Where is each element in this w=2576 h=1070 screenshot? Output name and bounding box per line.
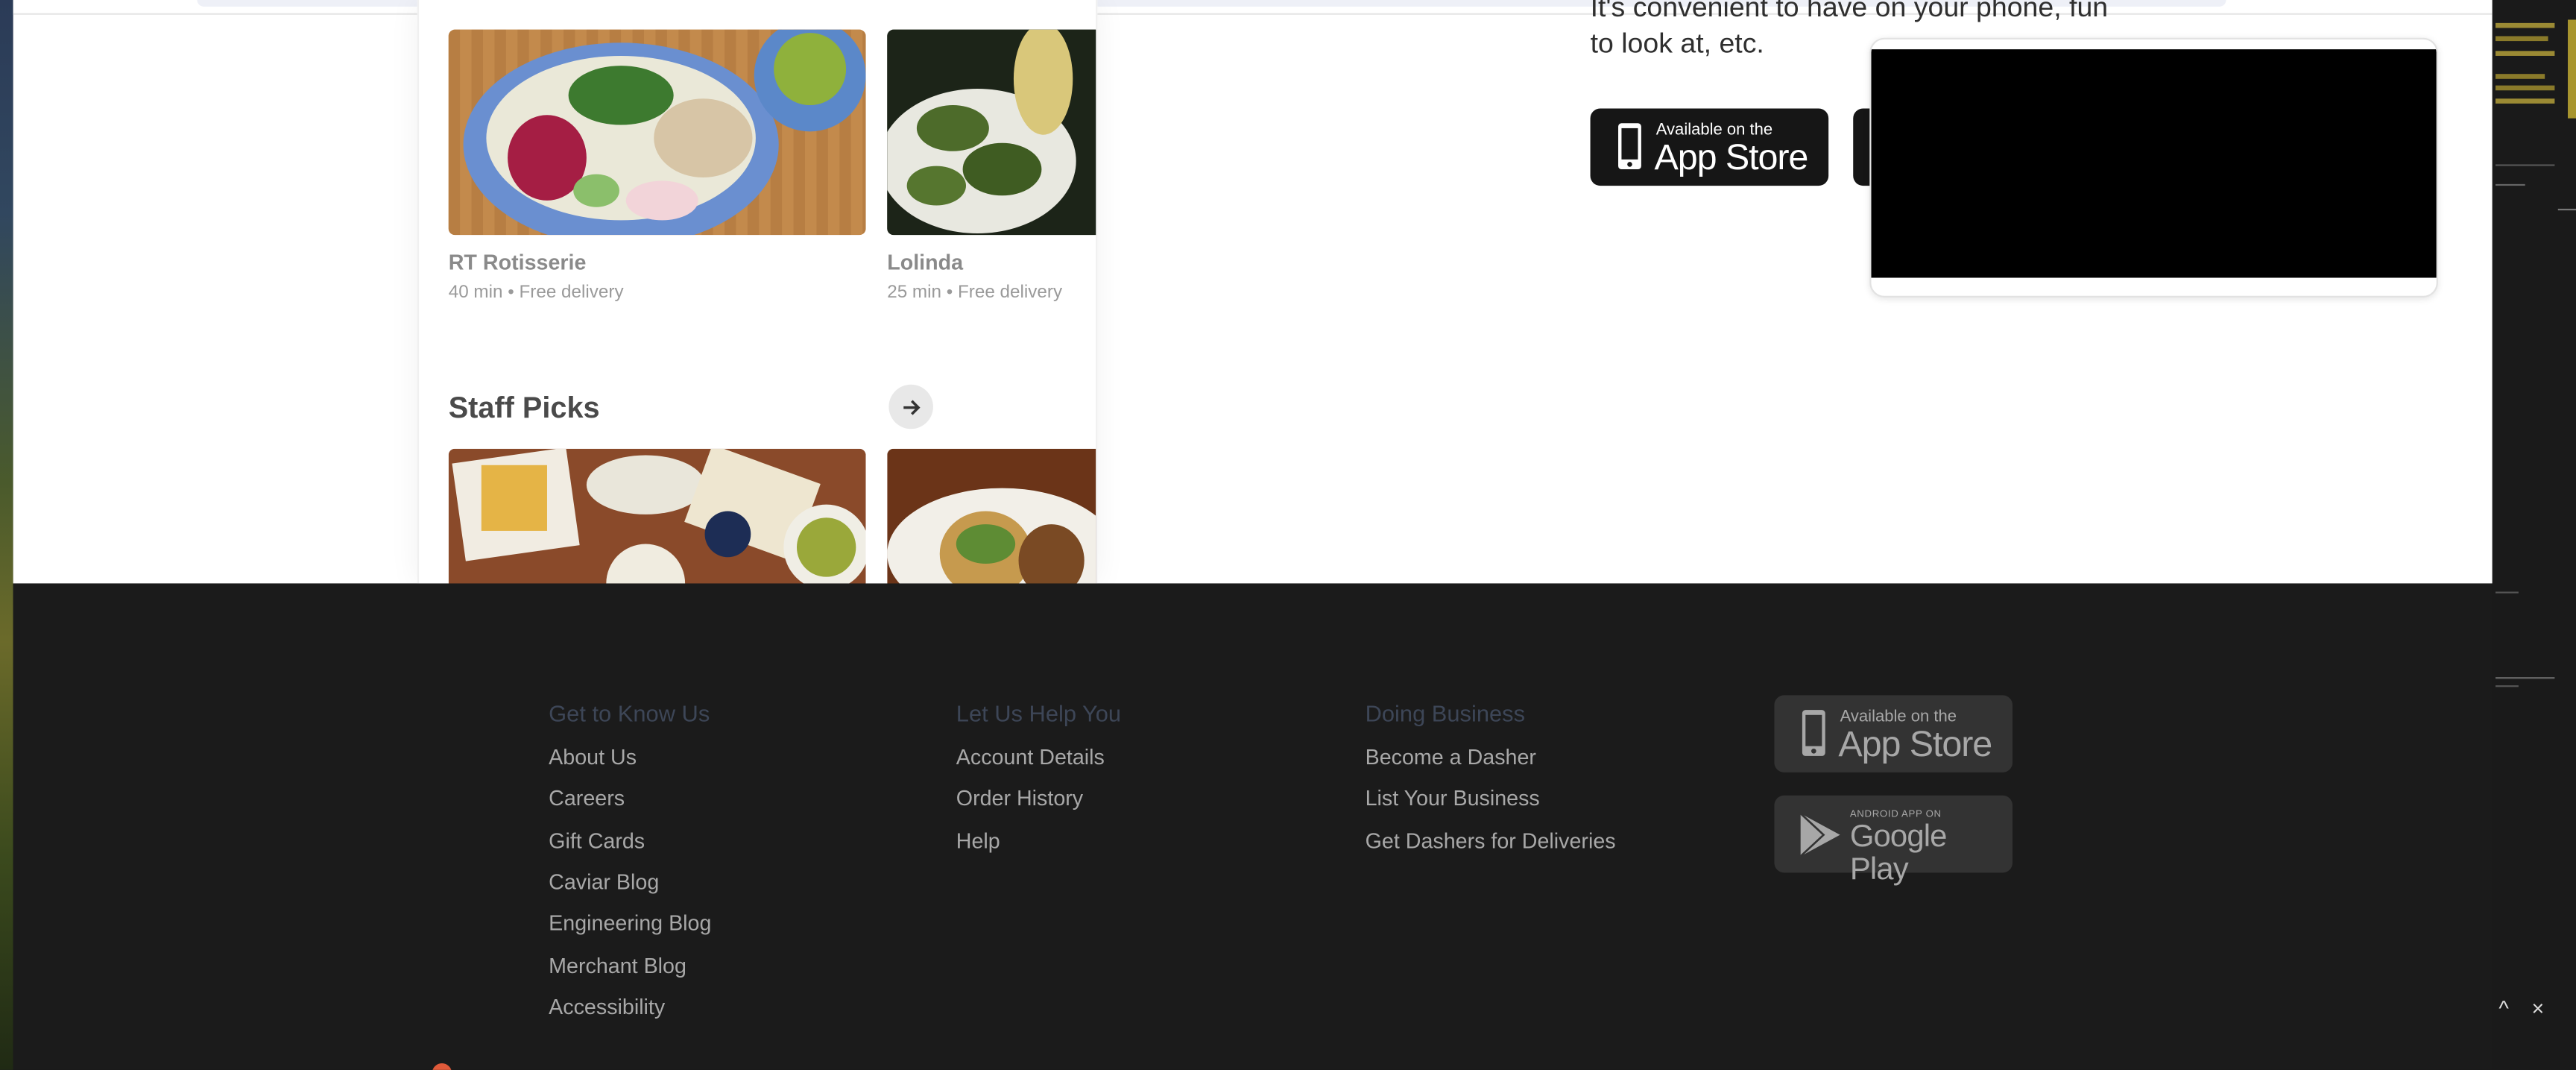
phone-icon: [1618, 123, 1641, 170]
footer-link[interactable]: Order History: [956, 786, 1083, 811]
restaurant-meta: 40 min • Free delivery: [448, 283, 624, 303]
code-line: [2496, 85, 2555, 91]
app-store-badge[interactable]: Available on the App Store: [1590, 108, 1829, 186]
restaurant-meta: 25 min • Free delivery: [887, 283, 1063, 303]
code-line: [2496, 51, 2555, 56]
code-line: [2496, 183, 2525, 186]
footer-link[interactable]: Become a Dasher: [1366, 744, 1536, 769]
code-line: [2496, 98, 2555, 104]
badge-big-text: Google Play: [1849, 819, 1948, 888]
badge-small-text: ANDROID APP ON: [1849, 810, 1942, 820]
section-title: Staff Picks: [448, 391, 600, 424]
phone-icon: [1802, 710, 1825, 756]
footer-link[interactable]: Engineering Blog: [549, 910, 711, 935]
restaurant-name[interactable]: Lolinda: [887, 250, 963, 274]
phone-screenshot: RT Rotisserie 40 min • Free delivery Lol…: [417, 0, 1098, 584]
footer-link[interactable]: Accessibility: [549, 994, 665, 1019]
peppers-image: [887, 29, 1096, 236]
restaurant-image-rt-rotisserie: [448, 29, 866, 236]
restaurant-image-lolinda: [887, 29, 1096, 236]
side-code-panel: ^ ×: [2492, 0, 2576, 1070]
code-line: [2496, 74, 2545, 79]
restaurant-name[interactable]: RT Rotisserie: [449, 250, 587, 274]
arrow-right-icon: [903, 399, 920, 415]
footer-heading: Let Us Help You: [956, 699, 1122, 727]
footer-link[interactable]: Careers: [549, 786, 625, 811]
desktop-wallpaper-strip: [0, 0, 13, 1070]
badge-big-text: App Store: [1838, 723, 1992, 764]
code-line: [2496, 36, 2548, 42]
footer-link[interactable]: List Your Business: [1366, 786, 1540, 811]
video-player[interactable]: [1869, 37, 2438, 298]
footer-link[interactable]: Get Dashers for Deliveries: [1366, 828, 1616, 853]
footer-link[interactable]: Help: [956, 828, 1000, 853]
play-store-icon: [1799, 813, 1840, 857]
footer-link[interactable]: Gift Cards: [549, 828, 645, 853]
footer-link[interactable]: Caviar Blog: [549, 869, 659, 894]
close-icon[interactable]: ×: [2532, 996, 2545, 1021]
footer-heading: Get to Know Us: [549, 699, 710, 727]
footer-link[interactable]: About Us: [549, 744, 637, 769]
code-line: [2496, 591, 2519, 594]
footer-link[interactable]: Merchant Blog: [549, 953, 686, 978]
tacos-image: [887, 448, 1096, 584]
code-line: [2496, 22, 2555, 28]
staff-pick-image-2: [887, 448, 1096, 584]
footer-google-play-badge[interactable]: ANDROID APP ON Google Play: [1774, 795, 2013, 887]
platter-image: [448, 448, 866, 584]
footer-heading: Doing Business: [1365, 699, 1526, 727]
code-line: [2557, 208, 2576, 211]
video-screen[interactable]: [1871, 49, 2437, 278]
staff-pick-image-1: [448, 448, 866, 584]
badge-big-text: App Store: [1654, 136, 1809, 178]
footer-app-store-badge[interactable]: Available on the App Store: [1774, 695, 2013, 772]
page-content: RT Rotisserie 40 min • Free delivery Lol…: [13, 0, 2493, 584]
footer: Get to Know Us About Us Careers Gift Car…: [13, 583, 2493, 1070]
staff-picks-arrow-button[interactable]: [888, 384, 933, 429]
logo-icon: [432, 1063, 452, 1070]
food-bowl-image: [448, 29, 866, 236]
code-line: [2496, 685, 2519, 687]
code-line: [2496, 677, 2555, 679]
code-line: [2496, 164, 2555, 166]
code-scroll-marker: [2568, 19, 2576, 119]
footer-link[interactable]: Account Details: [956, 744, 1105, 769]
collapse-icon[interactable]: ^: [2498, 996, 2508, 1021]
